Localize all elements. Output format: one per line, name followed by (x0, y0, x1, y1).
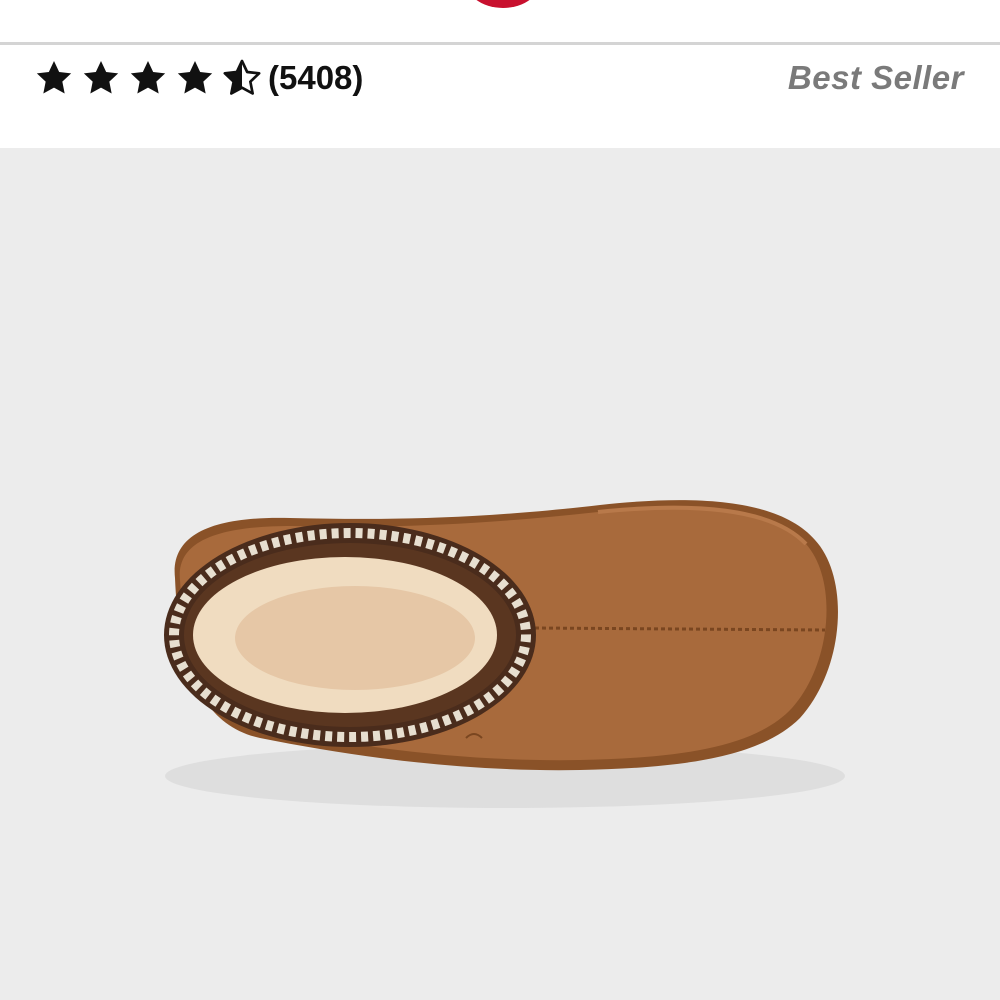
review-count[interactable]: (5408) (268, 59, 363, 97)
star-icon (130, 61, 166, 94)
star-icon (36, 61, 72, 94)
rating-row: (5408) Best Seller (0, 45, 1000, 148)
best-seller-badge: Best Seller (787, 59, 964, 96)
star-rating[interactable] (34, 58, 269, 98)
product-image[interactable] (0, 148, 1000, 1000)
star-icon (177, 61, 213, 94)
star-icon (83, 61, 119, 94)
brand-logo-icon[interactable] (462, 0, 544, 12)
half-star-icon (223, 59, 261, 95)
top-header (0, 0, 1000, 44)
slipper-image (164, 500, 845, 808)
